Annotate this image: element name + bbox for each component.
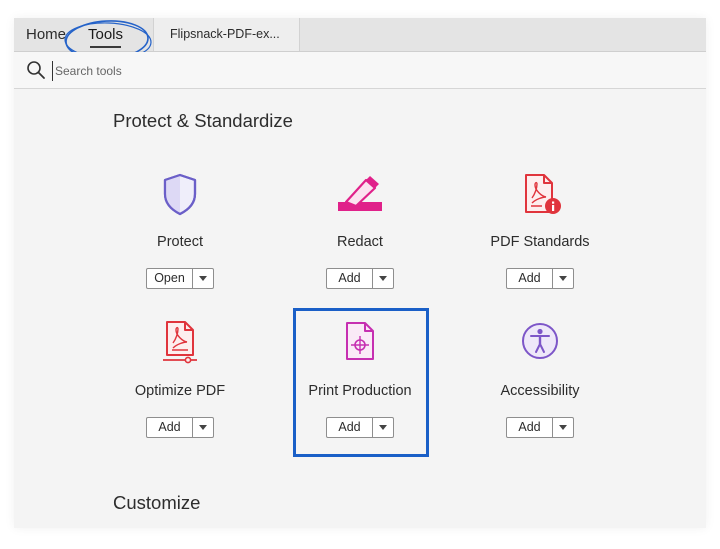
pdf-standards-dropdown-button[interactable] [553, 269, 573, 288]
section-title-protect: Protect & Standardize [113, 110, 293, 131]
tool-print-production: Print Production Add [270, 317, 450, 447]
tool-accessibility-label: Accessibility [500, 383, 580, 399]
tool-protect-button-group: Open [146, 268, 214, 289]
redact-add-button[interactable]: Add [327, 269, 373, 288]
accessibility-person-icon [450, 319, 630, 367]
tool-optimize-pdf-label: Optimize PDF [134, 383, 226, 399]
search-icon [27, 61, 45, 79]
tool-pdf-standards-label: PDF Standards [490, 234, 590, 250]
pdf-info-icon [450, 172, 630, 220]
print-production-add-button[interactable]: Add [327, 418, 373, 437]
tool-redact-label: Redact [337, 234, 383, 250]
pdf-optimize-icon [90, 319, 270, 367]
tool-protect-label: Protect [157, 234, 203, 250]
tool-redact-button-group: Add [326, 268, 394, 289]
optimize-add-button[interactable]: Add [147, 418, 193, 437]
chevron-down-icon [379, 276, 387, 281]
tab-document[interactable]: Flipsnack-PDF-ex... [153, 18, 300, 51]
chevron-down-icon [379, 425, 387, 430]
tab-home[interactable]: Home [26, 18, 66, 51]
section-title-customize: Customize [113, 492, 201, 513]
tool-redact: Redact Add [270, 168, 450, 298]
protect-open-button[interactable]: Open [147, 269, 193, 288]
tab-tools-label: Tools [88, 26, 124, 43]
tab-bar: Home Tools Flipsnack-PDF-ex... [14, 18, 706, 60]
search-input[interactable] [52, 61, 357, 81]
tool-pdf-standards-button-group: Add [506, 268, 574, 289]
tool-optimize-button-group: Add [146, 417, 214, 438]
chevron-down-icon [199, 276, 207, 281]
accessibility-add-button[interactable]: Add [507, 418, 553, 437]
protect-dropdown-button[interactable] [193, 269, 213, 288]
chevron-down-icon [559, 425, 567, 430]
redact-dropdown-button[interactable] [373, 269, 393, 288]
tool-optimize-pdf: Optimize PDF Add [90, 317, 270, 447]
shield-icon [90, 172, 270, 220]
tool-accessibility-button-group: Add [506, 417, 574, 438]
optimize-dropdown-button[interactable] [193, 418, 213, 437]
tools-window: Home Tools Flipsnack-PDF-ex... Protect &… [14, 18, 706, 528]
tool-accessibility: Accessibility Add [450, 317, 630, 447]
tab-tools[interactable]: Tools [88, 18, 123, 51]
active-tab-underline [90, 46, 122, 48]
tool-protect: Protect Open [90, 168, 270, 298]
tool-print-production-label: Print Production [308, 383, 412, 399]
pdf-standards-add-button[interactable]: Add [507, 269, 553, 288]
accessibility-dropdown-button[interactable] [553, 418, 573, 437]
chevron-down-icon [199, 425, 207, 430]
print-production-dropdown-button[interactable] [373, 418, 393, 437]
chevron-down-icon [559, 276, 567, 281]
tool-pdf-standards: PDF Standards Add [450, 168, 630, 298]
print-crosshair-icon [270, 319, 450, 367]
tool-print-production-button-group: Add [326, 417, 394, 438]
marker-icon [270, 172, 450, 220]
search-bar [14, 52, 706, 89]
